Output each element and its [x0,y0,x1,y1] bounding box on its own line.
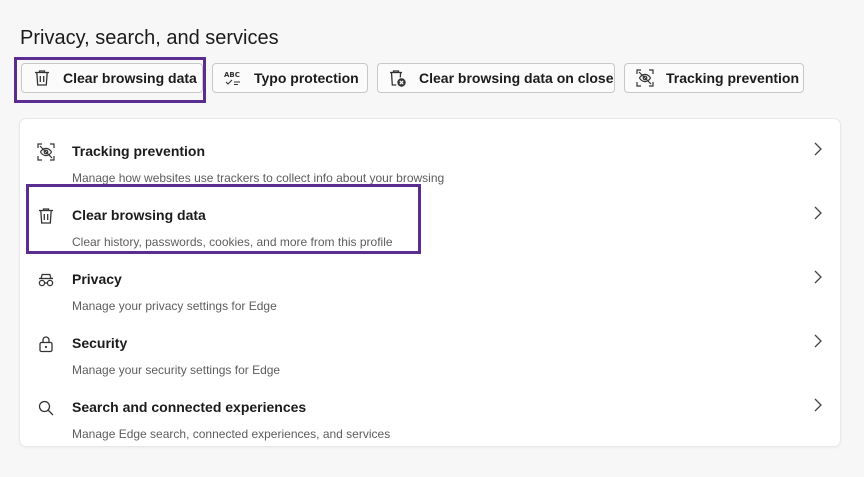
section-search-connected[interactable]: Search and connected experiences Manage … [20,383,840,447]
incognito-glasses-icon [36,270,56,290]
quick-link-label: Typo protection [254,70,359,86]
section-title: Tracking prevention [72,143,206,159]
section-tracking-prevention[interactable]: Tracking prevention Manage how websites … [20,127,840,191]
section-description: Manage Edge search, connected experience… [72,427,391,441]
quick-link-tracking-prevention[interactable]: Tracking prevention [624,63,804,93]
quick-link-label: Clear browsing data [63,70,197,86]
section-description: Manage your security settings for Edge [72,363,281,377]
chevron-right-icon [812,333,824,349]
trash-icon [36,206,56,226]
section-privacy[interactable]: Privacy Manage your privacy settings for… [20,255,840,319]
spellcheck-abc-icon: ABC [223,68,243,88]
section-description: Clear history, passwords, cookies, and m… [72,235,393,249]
settings-card: Tracking prevention Manage how websites … [20,119,840,446]
quick-link-label: Tracking prevention [666,70,800,86]
chevron-right-icon [812,397,824,413]
settings-page: Privacy, search, and services Clear brow… [0,0,864,477]
section-title: Privacy [72,271,122,287]
quick-link-clear-on-close[interactable]: Clear browsing data on close [377,63,615,93]
section-description: Manage how websites use trackers to coll… [72,171,445,185]
section-title: Search and connected experiences [72,399,307,415]
lock-icon [36,334,56,354]
tracking-prevention-icon [36,142,56,162]
tracking-prevention-icon [635,68,655,88]
quick-link-clear-browsing-data[interactable]: Clear browsing data [21,63,203,93]
trash-icon [32,68,52,88]
section-clear-browsing-data[interactable]: Clear browsing data Clear history, passw… [20,191,840,255]
chevron-right-icon [812,141,824,157]
chevron-right-icon [812,269,824,285]
section-title: Security [72,335,128,351]
trash-clock-icon [388,68,408,88]
section-title: Clear browsing data [72,207,206,223]
chevron-right-icon [812,205,824,221]
quick-link-typo-protection[interactable]: ABC Typo protection [212,63,368,93]
section-description: Manage your privacy settings for Edge [72,299,277,313]
section-security[interactable]: Security Manage your security settings f… [20,319,840,383]
svg-text:ABC: ABC [224,71,240,79]
quick-link-label: Clear browsing data on close [419,70,614,86]
search-icon [36,398,56,418]
page-title: Privacy, search, and services [20,27,279,49]
